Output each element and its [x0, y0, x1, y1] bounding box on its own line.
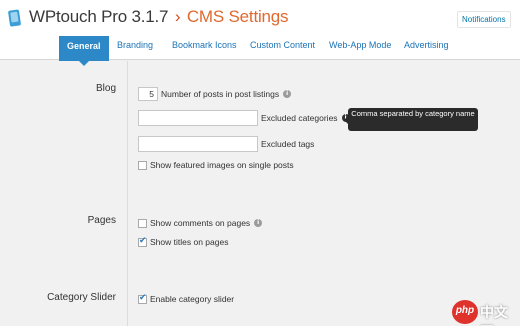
- watermark: php 中文网: [450, 298, 520, 326]
- excluded-categories-label: Excluded categories: [261, 113, 338, 123]
- featured-images-row: Show featured images on single posts: [138, 160, 294, 170]
- notifications-button[interactable]: Notifications: [457, 11, 511, 28]
- enable-category-slider-label: Enable category slider: [150, 294, 235, 304]
- breadcrumb-separator: ›: [174, 7, 181, 26]
- tab-bar: General Branding Bookmark Icons Custom C…: [0, 36, 520, 66]
- featured-images-checkbox[interactable]: [138, 160, 147, 170]
- enable-category-slider-row: Enable category slider: [138, 293, 235, 304]
- titles-on-pages-row: Show titles on pages: [138, 236, 229, 247]
- tab-general[interactable]: General: [59, 36, 109, 66]
- excluded-tags-row: Excluded tags: [138, 136, 314, 152]
- tab-advertising[interactable]: Advertising: [404, 40, 449, 50]
- header: WPtouch Pro 3.1.7 › CMS Settings Notific…: [0, 0, 520, 66]
- tab-web-app-mode[interactable]: Web-App Mode: [329, 40, 391, 50]
- settings-page-name: CMS Settings: [186, 7, 289, 26]
- section-label-category-slider: Category Slider: [47, 292, 116, 303]
- excluded-categories-row: Excluded categories i: [138, 110, 350, 126]
- comments-on-pages-checkbox[interactable]: [138, 218, 147, 228]
- posts-count-row: 5 Number of posts in post listings i: [138, 87, 292, 101]
- page-title: WPtouch Pro 3.1.7 › CMS Settings: [29, 7, 289, 27]
- tab-custom-content[interactable]: Custom Content: [250, 40, 315, 50]
- info-icon[interactable]: i: [254, 219, 263, 227]
- titles-on-pages-label: Show titles on pages: [150, 237, 229, 247]
- section-label-pages: Pages: [87, 215, 116, 226]
- posts-count-label: Number of posts in post listings: [161, 89, 280, 99]
- enable-category-slider-checkbox[interactable]: [138, 293, 147, 304]
- wptouch-logo-icon: [8, 9, 21, 27]
- info-icon[interactable]: i: [283, 90, 292, 98]
- comments-on-pages-label: Show comments on pages: [150, 218, 251, 228]
- excluded-tags-label: Excluded tags: [261, 139, 315, 149]
- posts-count-input[interactable]: 5: [138, 87, 158, 101]
- watermark-text: 中文网: [480, 304, 508, 326]
- titles-on-pages-checkbox[interactable]: [138, 236, 147, 247]
- section-divider: [127, 61, 128, 326]
- section-label-blog: Blog: [95, 83, 116, 94]
- excluded-categories-input[interactable]: [138, 110, 258, 126]
- featured-images-label: Show featured images on single posts: [150, 160, 294, 170]
- comments-on-pages-row: Show comments on pages i: [138, 218, 263, 228]
- tab-branding[interactable]: Branding: [117, 40, 153, 50]
- excluded-tags-input[interactable]: [138, 136, 258, 152]
- product-name: WPtouch Pro 3.1.7: [29, 7, 169, 26]
- watermark-badge: php: [452, 300, 478, 324]
- excluded-categories-tooltip: Comma separated by category name: [344, 108, 478, 131]
- tab-bookmark-icons[interactable]: Bookmark Icons: [172, 40, 237, 50]
